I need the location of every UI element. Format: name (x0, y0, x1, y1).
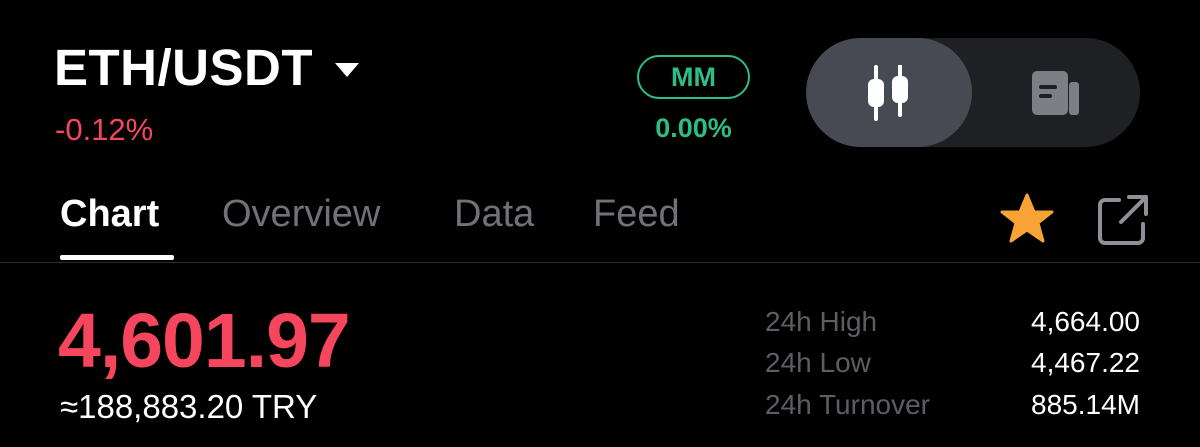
candlestick-chart-icon (868, 64, 908, 121)
tab-chart[interactable]: Chart (60, 188, 159, 240)
order-book-view-button[interactable] (972, 38, 1140, 147)
stat-value-24h-high: 4,664.00 (1031, 306, 1140, 337)
stat-label-24h-high: 24h High (765, 306, 878, 337)
share-button[interactable] (1095, 192, 1151, 248)
last-price: 4,601.97 (58, 298, 351, 384)
order-book-icon (1032, 70, 1079, 115)
tab-feed[interactable]: Feed (593, 188, 680, 240)
pair-name: ETH/USDT (54, 39, 313, 96)
view-toggle (806, 38, 1140, 147)
external-link-icon (1098, 195, 1148, 245)
mm-badge[interactable]: MM (637, 55, 750, 99)
active-tab-indicator (60, 255, 174, 260)
star-icon (1000, 193, 1054, 243)
converted-price: ≈188,883.20 TRY (60, 388, 318, 425)
stat-value-24h-turnover: 885.14M (1031, 389, 1140, 420)
stat-value-24h-low: 4,467.22 (1031, 347, 1140, 378)
stat-label-24h-low: 24h Low (765, 347, 871, 378)
candlestick-view-button[interactable] (806, 38, 972, 147)
favorite-button[interactable] (997, 193, 1057, 245)
pair-selector[interactable]: ETH/USDT (54, 38, 359, 98)
tab-overview[interactable]: Overview (222, 188, 380, 240)
stat-label-24h-turnover: 24h Turnover (765, 389, 930, 420)
caret-down-icon (335, 63, 359, 77)
tab-data[interactable]: Data (454, 188, 534, 240)
mm-value: 0.00% (655, 113, 732, 143)
price-change-percent: -0.12% (55, 112, 154, 147)
tabs-divider (0, 262, 1200, 263)
